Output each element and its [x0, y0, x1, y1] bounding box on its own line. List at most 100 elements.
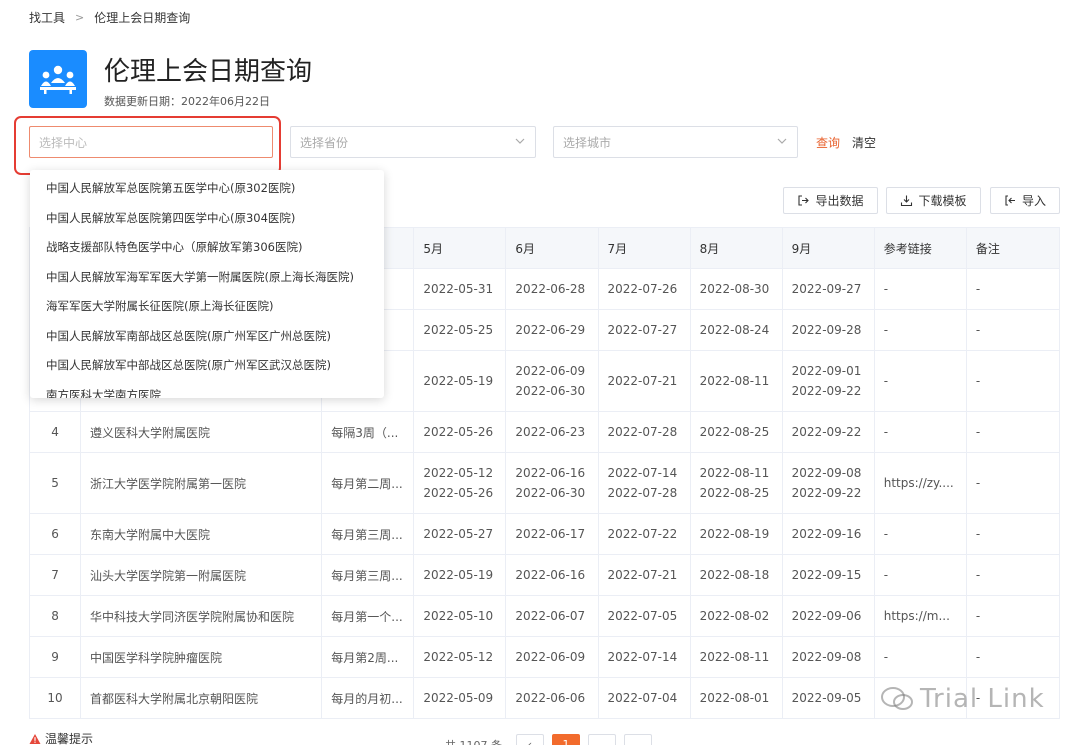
city-select[interactable]: 选择城市 — [553, 126, 798, 158]
dropdown-option[interactable]: 中国人民解放军海军军医大学第一附属医院(原上海长海医院) — [30, 263, 384, 293]
meeting-date: 2022-05-26 — [423, 486, 494, 500]
date-cell-jul: 2022-07-27 — [597, 309, 691, 351]
meeting-date: 2022-09-08 — [791, 466, 862, 480]
export-icon — [798, 195, 810, 206]
header-cell-aug: 8月 — [689, 227, 783, 269]
meeting-date: 2022-07-28 — [607, 425, 678, 439]
chevron-down-icon — [777, 138, 787, 144]
meeting-date: 2022-06-28 — [515, 282, 586, 296]
date-cell-may: 2022-05-12 2022-05-26 — [413, 452, 507, 514]
meeting-date: 2022-07-27 — [607, 323, 678, 337]
date-cell-sep: 2022-09-01 2022-09-22 — [781, 350, 875, 412]
row-index: 6 — [28, 513, 82, 555]
date-cell-aug: 2022-08-30 — [689, 268, 783, 310]
meeting-frequency: 每月第二周... — [321, 452, 415, 514]
date-cell-jun: 2022-06-28 — [505, 268, 599, 310]
hospital-name-text: 首都医科大学附属北京朝阳医院 — [90, 691, 259, 706]
table-row: 7 汕头大学医学院第一附属医院 每月第三周... 2022-05-19 2022-06-… — [28, 554, 1061, 596]
dropdown-option[interactable]: 战略支援部队特色医学中心（原解放军第306医院) — [30, 233, 384, 263]
province-select[interactable]: 选择省份 — [290, 126, 536, 158]
hospital-name-text: 东南大学附属中大医院 — [90, 527, 211, 542]
table-row: 8 华中科技大学同济医学院附属协和医院 每月第一个... 2022-05-10 2022… — [28, 595, 1061, 637]
dropdown-option[interactable]: 中国人民解放军总医院第五医学中心(原302医院) — [30, 174, 384, 204]
row-index: 9 — [28, 636, 82, 678]
page-button[interactable] — [588, 734, 616, 745]
page-button-current[interactable]: 1 — [552, 734, 580, 745]
date-cell-may: 2022-05-09 — [413, 677, 507, 719]
meeting-frequency: 每月第三周... — [321, 513, 415, 555]
row-index: 8 — [28, 595, 82, 637]
dropdown-option[interactable]: 中国人民解放军南部战区总医院(原广州军区广州总医院) — [30, 322, 384, 352]
date-cell-jun: 2022-06-07 — [505, 595, 599, 637]
date-cell-jun: 2022-06-06 — [505, 677, 599, 719]
meeting-date: 2022-09-15 — [791, 568, 862, 582]
page-title: 伦理上会日期查询 — [104, 57, 313, 87]
meeting-date: 2022-09-16 — [791, 527, 862, 541]
date-cell-aug: 2022-08-25 — [689, 411, 783, 453]
import-label: 导入 — [1021, 194, 1046, 208]
query-button[interactable]: 查询 — [816, 134, 840, 151]
reference-link: - — [873, 513, 967, 555]
meeting-date: 2022-06-07 — [515, 609, 586, 623]
meeting-group-icon — [29, 50, 87, 108]
dropdown-option[interactable]: 中国人民解放军总医院第四医学中心(原304医院) — [30, 204, 384, 234]
import-icon — [1005, 195, 1015, 206]
meeting-date: 2022-05-10 — [423, 609, 494, 623]
import-button[interactable]: 导入 — [990, 187, 1060, 214]
meeting-date: 2022-08-11 — [699, 466, 770, 480]
meeting-date: 2022-08-30 — [699, 282, 770, 296]
table-row: 4 遵义医科大学附属医院 每隔3周（... 2022-05-26 2022-06-23 2… — [28, 411, 1061, 453]
date-cell-jun: 2022-06-09 2022-06-30 — [505, 350, 599, 412]
total-count: 共 1107 条 — [445, 737, 502, 745]
date-cell-jun: 2022-06-16 — [505, 554, 599, 596]
meeting-date: 2022-08-19 — [699, 527, 770, 541]
date-cell-jul: 2022-07-21 — [597, 554, 691, 596]
meeting-date: 2022-09-22 — [791, 384, 862, 398]
prev-page-button[interactable]: ‹ — [516, 734, 544, 745]
breadcrumb-root[interactable]: 找工具 — [29, 9, 65, 26]
note-cell: - — [965, 595, 1061, 637]
date-cell-aug: 2022-08-11 — [689, 350, 783, 412]
header-cell-sep: 9月 — [781, 227, 875, 269]
date-cell-aug: 2022-08-24 — [689, 309, 783, 351]
city-select-placeholder: 选择城市 — [563, 135, 612, 150]
meeting-date: 2022-09-27 — [791, 282, 862, 296]
date-cell-may: 2022-05-10 — [413, 595, 507, 637]
date-cell-sep: 2022-09-15 — [781, 554, 875, 596]
meeting-date: 2022-06-29 — [515, 323, 586, 337]
hospital-name-text: 中国医学科学院肿瘤医院 — [90, 650, 223, 665]
clear-button[interactable]: 清空 — [852, 134, 876, 151]
meeting-date: 2022-08-25 — [699, 486, 770, 500]
date-cell-jul: 2022-07-05 — [597, 595, 691, 637]
dropdown-option[interactable]: 南方医科大学南方医院 — [30, 381, 384, 399]
meeting-date: 2022-09-01 — [791, 364, 862, 378]
export-data-button[interactable]: 导出数据 — [783, 187, 878, 214]
reference-link: - — [873, 554, 967, 596]
reference-link[interactable]: https://m... — [873, 595, 967, 637]
meeting-date: 2022-07-21 — [607, 374, 678, 388]
reference-link[interactable]: https://zy.... — [873, 452, 967, 514]
dropdown-option[interactable]: 中国人民解放军中部战区总医院(原广州军区武汉总医院) — [30, 351, 384, 381]
page-button[interactable] — [624, 734, 652, 745]
dropdown-option[interactable]: 海军军医大学附属长征医院(原上海长征医院) — [30, 292, 384, 322]
date-cell-jul: 2022-07-21 — [597, 350, 691, 412]
center-select[interactable]: 选择中心 — [29, 126, 273, 158]
meeting-date: 2022-05-25 — [423, 323, 494, 337]
date-cell-may: 2022-05-19 — [413, 350, 507, 412]
download-template-button[interactable]: 下载模板 — [886, 187, 981, 214]
breadcrumb: 找工具 > 伦理上会日期查询 — [29, 9, 190, 26]
wechat-icon — [881, 687, 913, 710]
date-cell-sep: 2022-09-05 — [781, 677, 875, 719]
note-cell: - — [965, 411, 1061, 453]
meeting-date: 2022-08-18 — [699, 568, 770, 582]
row-index: 10 — [28, 677, 82, 719]
table-row: 6 东南大学附属中大医院 每月第三周... 2022-05-27 2022-06-17 2… — [28, 513, 1061, 555]
date-cell-sep: 2022-09-16 — [781, 513, 875, 555]
meeting-date: 2022-08-25 — [699, 425, 770, 439]
note-cell: - — [965, 309, 1061, 351]
province-select-placeholder: 选择省份 — [300, 135, 349, 150]
hospital-name: 浙江大学医学院附属第一医院 — [80, 452, 323, 514]
meeting-date: 2022-07-28 — [607, 486, 678, 500]
watermark-text: Trial Link — [920, 684, 1045, 714]
date-cell-jul: 2022-07-22 — [597, 513, 691, 555]
